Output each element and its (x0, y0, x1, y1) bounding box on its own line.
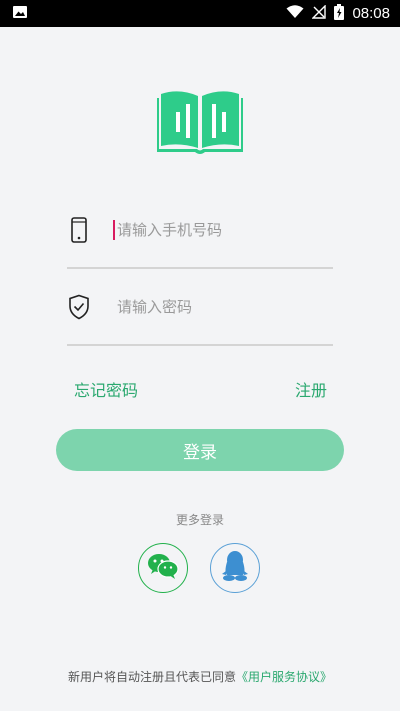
login-button[interactable]: 登录 (56, 429, 344, 471)
shield-check-icon (67, 294, 91, 320)
app-logo (157, 88, 243, 156)
phone-input[interactable] (113, 220, 329, 240)
phone-icon (67, 217, 91, 243)
register-link[interactable]: 注册 (295, 377, 327, 401)
no-signal-icon (311, 4, 327, 23)
footer-text: 新用户将自动注册且代表已同意 (67, 670, 236, 684)
user-agreement-link[interactable]: 《用户服务协议》 (236, 670, 332, 684)
status-left (12, 4, 28, 24)
status-time: 08:08 (352, 5, 390, 22)
password-field-row (67, 287, 333, 327)
status-right: 08:08 (286, 3, 390, 24)
battery-charging-icon (334, 3, 345, 24)
qq-login-button[interactable] (210, 543, 260, 593)
password-divider (67, 344, 333, 346)
more-login-label: 更多登录 (175, 513, 224, 527)
status-bar: 08:08 (0, 0, 400, 27)
qq-icon (222, 550, 248, 586)
open-book-icon (157, 91, 243, 160)
phone-field-row (67, 210, 333, 250)
wechat-login-button[interactable] (138, 543, 188, 593)
image-icon (12, 4, 28, 24)
phone-divider (67, 267, 333, 269)
wifi-icon (286, 4, 304, 23)
forgot-password-link[interactable]: 忘记密码 (74, 377, 138, 401)
password-input[interactable] (115, 297, 329, 317)
wechat-icon (147, 552, 179, 584)
footer-agreement: 新用户将自动注册且代表已同意《用户服务协议》 (0, 668, 400, 685)
